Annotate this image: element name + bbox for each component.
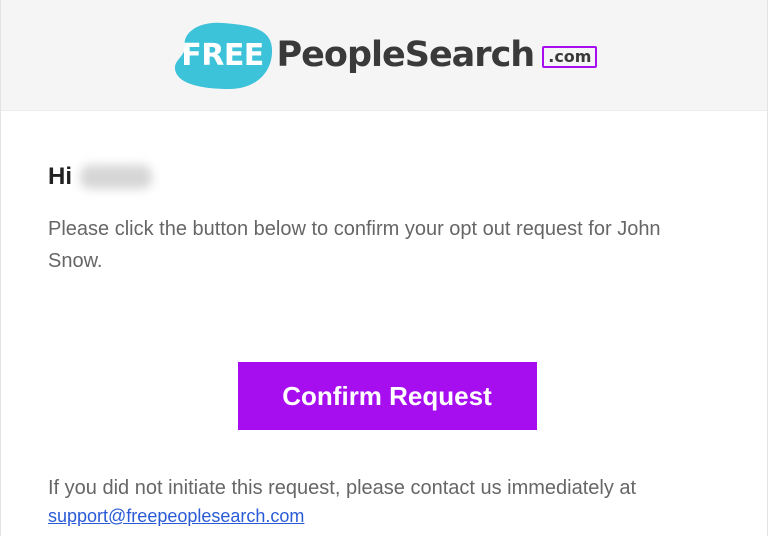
email-header: FREE PeopleSearch .com bbox=[1, 0, 767, 111]
confirm-request-button[interactable]: Confirm Request bbox=[237, 362, 537, 430]
support-email-link[interactable]: support@freepeoplesearch.com bbox=[48, 506, 304, 527]
email-page: FREE PeopleSearch .com Hi Please click t… bbox=[0, 0, 768, 536]
logo-tld-badge: .com bbox=[542, 46, 598, 68]
freepeoplesearch-logo: FREE PeopleSearch .com bbox=[171, 19, 598, 91]
greeting: Hi bbox=[48, 163, 720, 191]
greeting-text: Hi bbox=[48, 163, 72, 190]
button-container: Confirm Request bbox=[48, 362, 720, 430]
footer-note: If you did not initiate this request, pl… bbox=[48, 477, 637, 499]
email-body: Hi Please click the button below to conf… bbox=[1, 163, 767, 527]
blurred-recipient-name bbox=[80, 165, 152, 189]
logo-blob: FREE bbox=[171, 19, 275, 91]
logo-name-text: PeopleSearch bbox=[276, 35, 536, 75]
logo-free-text: FREE bbox=[181, 38, 264, 73]
opt-out-message: Please click the button below to confirm… bbox=[48, 218, 661, 272]
